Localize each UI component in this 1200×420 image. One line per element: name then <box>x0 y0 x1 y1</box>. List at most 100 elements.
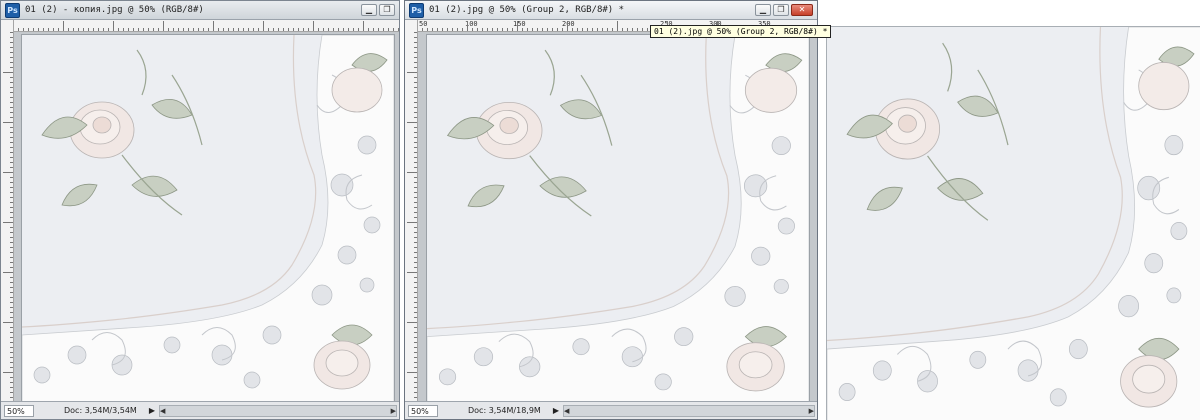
ruler-tick <box>183 28 184 31</box>
ruler-tick <box>522 28 523 31</box>
ruler-tick <box>10 127 13 128</box>
ruler-tick <box>414 67 417 68</box>
minimize-button[interactable]: ▁ <box>755 4 771 16</box>
ruler-tick <box>472 28 473 31</box>
ruler-tick <box>414 207 417 208</box>
ruler-label: 200 <box>562 20 575 28</box>
close-button[interactable]: ✕ <box>791 4 813 16</box>
ruler-tick <box>63 21 64 31</box>
ruler-tick <box>427 28 428 31</box>
ruler-tick <box>163 21 164 31</box>
scroll-left-icon[interactable]: ◀ <box>160 407 165 415</box>
horizontal-ruler[interactable] <box>13 20 399 32</box>
ruler-tick <box>138 28 139 31</box>
horizontal-scrollbar[interactable]: ◀ ▶ <box>158 404 397 417</box>
ruler-tick <box>414 312 417 313</box>
status-menu-arrow-icon[interactable]: ▶ <box>553 406 559 415</box>
window-titlebar[interactable]: Ps 01 (2).jpg @ 50% (Group 2, RGB/8#) * … <box>405 1 817 20</box>
ruler-tick <box>512 28 513 31</box>
ruler-label: 150 <box>513 20 526 28</box>
ruler-tick <box>10 207 13 208</box>
zoom-level-field[interactable]: 50% <box>4 404 34 417</box>
document-window-main[interactable]: Ps 01 (2).jpg @ 50% (Group 2, RGB/8#) * … <box>404 0 818 420</box>
ruler-tick <box>457 28 458 31</box>
canvas-area[interactable] <box>418 32 817 404</box>
ruler-tick <box>582 28 583 31</box>
ruler-tick <box>248 28 249 31</box>
ruler-tick <box>43 28 44 31</box>
ruler-tick <box>414 42 417 43</box>
ruler-tick <box>414 97 417 98</box>
ruler-tick <box>10 167 13 168</box>
ruler-tick <box>414 182 417 183</box>
ruler-tick <box>10 382 13 383</box>
ruler-tick <box>203 28 204 31</box>
ruler-tick <box>123 28 124 31</box>
ruler-tick <box>10 212 13 213</box>
canvas-area[interactable] <box>14 32 399 402</box>
ruler-tick <box>243 28 244 31</box>
ruler-tick <box>10 262 13 263</box>
document-size-info[interactable]: Doc: 3,54M/3,54M <box>64 406 137 415</box>
scroll-left-icon[interactable]: ◀ <box>564 407 569 415</box>
ruler-tick <box>288 28 289 31</box>
status-menu-arrow-icon[interactable]: ▶ <box>149 406 155 415</box>
lace-tablecloth-image <box>827 27 1200 420</box>
ruler-tick <box>414 327 417 328</box>
ruler-tick <box>3 172 13 173</box>
ruler-tick <box>414 262 417 263</box>
ruler-tick <box>414 137 417 138</box>
ruler-tick <box>10 102 13 103</box>
ruler-tick <box>10 367 13 368</box>
ruler-tick <box>10 327 13 328</box>
ruler-tick <box>422 28 423 31</box>
ruler-tick <box>28 28 29 31</box>
ruler-tick <box>83 28 84 31</box>
zoom-level-field[interactable]: 50% <box>408 404 438 417</box>
ruler-tick <box>10 277 13 278</box>
scroll-right-icon[interactable]: ▶ <box>809 407 814 415</box>
ruler-tick <box>10 387 13 388</box>
ruler-tick <box>10 67 13 68</box>
ruler-label: 50 <box>419 20 428 28</box>
ruler-tick <box>33 28 34 31</box>
ruler-tick <box>10 267 13 268</box>
ruler-tick <box>10 87 13 88</box>
ruler-tick <box>168 28 169 31</box>
ruler-tick <box>447 28 448 31</box>
document-window-copy[interactable]: Ps 01 (2) - копия.jpg @ 50% (RGB/8#) ▁ ❐… <box>0 0 400 420</box>
window-titlebar[interactable]: Ps 01 (2) - копия.jpg @ 50% (RGB/8#) ▁ ❐ <box>1 1 399 20</box>
vertical-ruler[interactable] <box>1 20 14 401</box>
ruler-tick <box>3 72 13 73</box>
vertical-ruler[interactable] <box>405 20 418 401</box>
ruler-tick <box>278 28 279 31</box>
ruler-tick <box>647 28 648 31</box>
ruler-tick <box>10 57 13 58</box>
ruler-tick <box>552 28 553 31</box>
ruler-tick <box>414 387 417 388</box>
ruler-tick <box>562 28 563 31</box>
minimize-button[interactable]: ▁ <box>361 4 377 16</box>
ruler-tick <box>343 28 344 31</box>
ruler-tick <box>53 28 54 31</box>
ruler-tick <box>398 28 399 31</box>
ruler-tick <box>103 28 104 31</box>
ruler-tick <box>78 28 79 31</box>
ruler-tick <box>258 28 259 31</box>
restore-button[interactable]: ❐ <box>773 4 789 16</box>
ruler-tick <box>3 372 13 373</box>
ruler-tick <box>353 28 354 31</box>
scroll-right-icon[interactable]: ▶ <box>391 407 396 415</box>
document-canvas[interactable] <box>427 35 809 404</box>
ruler-tick <box>414 177 417 178</box>
ruler-tick <box>388 28 389 31</box>
ruler-tick <box>414 147 417 148</box>
horizontal-scrollbar[interactable]: ◀ ▶ <box>562 404 815 417</box>
ruler-tick <box>273 28 274 31</box>
document-canvas[interactable] <box>22 35 394 402</box>
document-size-info[interactable]: Doc: 3,54M/18,9M <box>468 406 541 415</box>
restore-button[interactable]: ❐ <box>379 4 395 16</box>
ruler-tick <box>442 28 443 31</box>
ruler-tick <box>10 392 13 393</box>
ruler-tick <box>358 28 359 31</box>
